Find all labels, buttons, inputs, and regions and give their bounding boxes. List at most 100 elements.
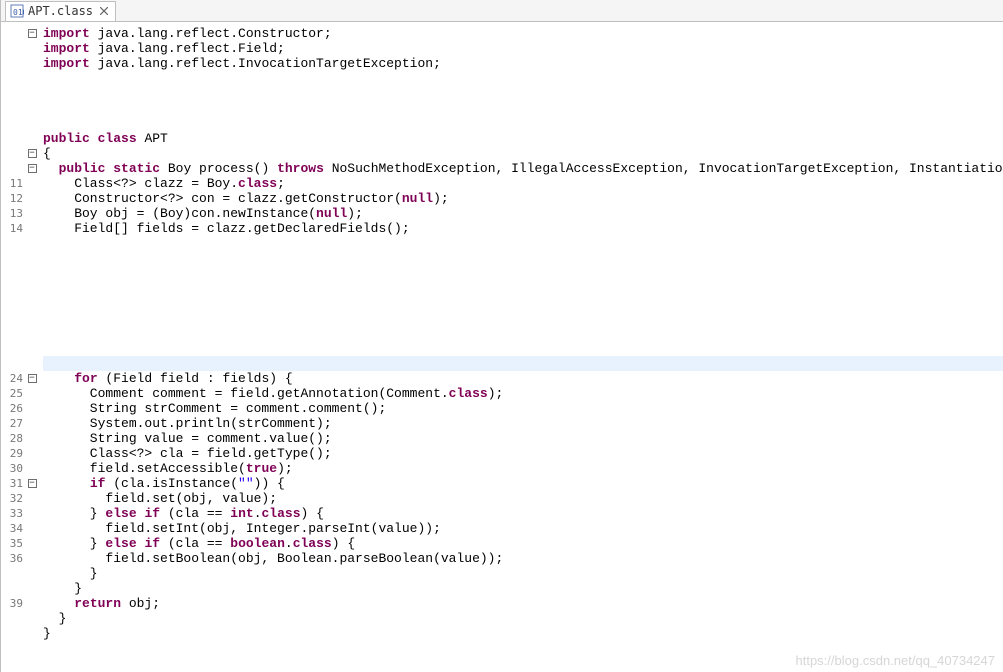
code-text[interactable]: Constructor<?> con = clazz.getConstructo…	[43, 191, 449, 206]
fold-minus-icon[interactable]: −	[28, 479, 37, 488]
code-line[interactable]: } else if (cla == boolean.class) {	[43, 536, 1003, 551]
code-line[interactable]: Class<?> clazz = Boy.class;	[43, 176, 1003, 191]
code-line[interactable]: field.setInt(obj, Integer.parseInt(value…	[43, 521, 1003, 536]
code-line[interactable]: public class APT	[43, 131, 1003, 146]
code-text[interactable]: return obj;	[43, 596, 160, 611]
code-line[interactable]: import java.lang.reflect.Field;	[43, 41, 1003, 56]
code-line[interactable]	[43, 311, 1003, 326]
code-text[interactable]: {	[43, 146, 51, 161]
fold-column[interactable]: −	[23, 479, 41, 488]
code-line[interactable]	[43, 281, 1003, 296]
close-icon[interactable]	[99, 6, 109, 16]
gutter-line	[1, 236, 41, 251]
code-text[interactable]: Class<?> cla = field.getType();	[43, 446, 332, 461]
fold-column[interactable]: −	[23, 374, 41, 383]
code-text[interactable]: System.out.println(strComment);	[43, 416, 332, 431]
code-text[interactable]: field.setAccessible(true);	[43, 461, 293, 476]
code-text[interactable]: import java.lang.reflect.Constructor;	[43, 26, 332, 41]
code-line[interactable]: String strComment = comment.comment();	[43, 401, 1003, 416]
fold-column[interactable]: −	[23, 149, 41, 158]
code-text[interactable]: public class APT	[43, 131, 168, 146]
code-line[interactable]: for (Field field : fields) {	[43, 371, 1003, 386]
code-line[interactable]	[43, 116, 1003, 131]
code-text[interactable]: field.setInt(obj, Integer.parseInt(value…	[43, 521, 441, 536]
code-line[interactable]: }	[43, 626, 1003, 641]
fold-column[interactable]: −	[23, 164, 41, 173]
fold-column[interactable]: −	[23, 29, 41, 38]
code-line[interactable]	[43, 326, 1003, 341]
code-text[interactable]: field.set(obj, value);	[43, 491, 277, 506]
gutter-line	[1, 311, 41, 326]
code-text[interactable]: } else if (cla == boolean.class) {	[43, 536, 355, 551]
code-line[interactable]: String value = comment.value();	[43, 431, 1003, 446]
code-line[interactable]	[43, 101, 1003, 116]
code-text[interactable]: Boy obj = (Boy)con.newInstance(null);	[43, 206, 363, 221]
code-line[interactable]	[43, 266, 1003, 281]
gutter-line	[1, 266, 41, 281]
code-text[interactable]: Field[] fields = clazz.getDeclaredFields…	[43, 221, 410, 236]
code-line[interactable]: Comment comment = field.getAnnotation(Co…	[43, 386, 1003, 401]
code-text[interactable]: }	[43, 626, 51, 641]
code-line[interactable]	[43, 236, 1003, 251]
gutter-line	[1, 356, 41, 371]
code-editor[interactable]: −−−1112131424−25262728293031−32333435363…	[1, 22, 1003, 672]
code-line[interactable]: Class<?> cla = field.getType();	[43, 446, 1003, 461]
code-text[interactable]: }	[43, 611, 66, 626]
code-line[interactable]: field.setAccessible(true);	[43, 461, 1003, 476]
gutter-line: 36	[1, 551, 41, 566]
code-text[interactable]: String value = comment.value();	[43, 431, 332, 446]
code-line[interactable]	[43, 71, 1003, 86]
code-line[interactable]: import java.lang.reflect.InvocationTarge…	[43, 56, 1003, 71]
code-line[interactable]: System.out.println(strComment);	[43, 416, 1003, 431]
gutter-line	[1, 341, 41, 356]
code-line[interactable]: if (cla.isInstance("")) {	[43, 476, 1003, 491]
code-line[interactable]: import java.lang.reflect.Constructor;	[43, 26, 1003, 41]
gutter-line: 14	[1, 221, 41, 236]
gutter-line	[1, 116, 41, 131]
code-text[interactable]: Class<?> clazz = Boy.class;	[43, 176, 285, 191]
line-number: 35	[5, 537, 23, 550]
code-line[interactable]: Field[] fields = clazz.getDeclaredFields…	[43, 221, 1003, 236]
tab-apt-class[interactable]: 010 APT.class	[5, 1, 116, 21]
code-line[interactable]	[43, 86, 1003, 101]
code-text[interactable]: } else if (cla == int.class) {	[43, 506, 324, 521]
code-text[interactable]: import java.lang.reflect.Field;	[43, 41, 285, 56]
code-line[interactable]	[43, 341, 1003, 356]
code-text[interactable]: }	[43, 566, 98, 581]
code-text[interactable]: field.setBoolean(obj, Boolean.parseBoole…	[43, 551, 503, 566]
code-line[interactable]: Boy obj = (Boy)con.newInstance(null);	[43, 206, 1003, 221]
line-number: 34	[5, 522, 23, 535]
code-line[interactable]: return obj;	[43, 596, 1003, 611]
gutter-line	[1, 611, 41, 626]
code-text[interactable]: }	[43, 581, 82, 596]
code-line[interactable]: field.set(obj, value);	[43, 491, 1003, 506]
gutter-line: 32	[1, 491, 41, 506]
code-line[interactable]	[43, 251, 1003, 266]
code-line[interactable]: } else if (cla == int.class) {	[43, 506, 1003, 521]
gutter-line: 13	[1, 206, 41, 221]
code-text[interactable]: String strComment = comment.comment();	[43, 401, 386, 416]
code-area[interactable]: import java.lang.reflect.Constructor;imp…	[41, 22, 1003, 672]
code-line[interactable]	[43, 356, 1003, 371]
code-text[interactable]: if (cla.isInstance("")) {	[43, 476, 285, 491]
code-line[interactable]: field.setBoolean(obj, Boolean.parseBoole…	[43, 551, 1003, 566]
line-number: 28	[5, 432, 23, 445]
code-text[interactable]: Comment comment = field.getAnnotation(Co…	[43, 386, 503, 401]
code-line[interactable]: }	[43, 566, 1003, 581]
gutter-line: 34	[1, 521, 41, 536]
line-number: 33	[5, 507, 23, 520]
fold-minus-icon[interactable]: −	[28, 149, 37, 158]
gutter-line	[1, 71, 41, 86]
fold-minus-icon[interactable]: −	[28, 374, 37, 383]
code-line[interactable]: }	[43, 581, 1003, 596]
code-text[interactable]: public static Boy process() throws NoSuc…	[43, 161, 1003, 176]
code-line[interactable]: {	[43, 146, 1003, 161]
code-line[interactable]: public static Boy process() throws NoSuc…	[43, 161, 1003, 176]
fold-minus-icon[interactable]: −	[28, 29, 37, 38]
code-text[interactable]: for (Field field : fields) {	[43, 371, 293, 386]
code-text[interactable]: import java.lang.reflect.InvocationTarge…	[43, 56, 441, 71]
fold-minus-icon[interactable]: −	[28, 164, 37, 173]
code-line[interactable]	[43, 296, 1003, 311]
code-line[interactable]: Constructor<?> con = clazz.getConstructo…	[43, 191, 1003, 206]
code-line[interactable]: }	[43, 611, 1003, 626]
